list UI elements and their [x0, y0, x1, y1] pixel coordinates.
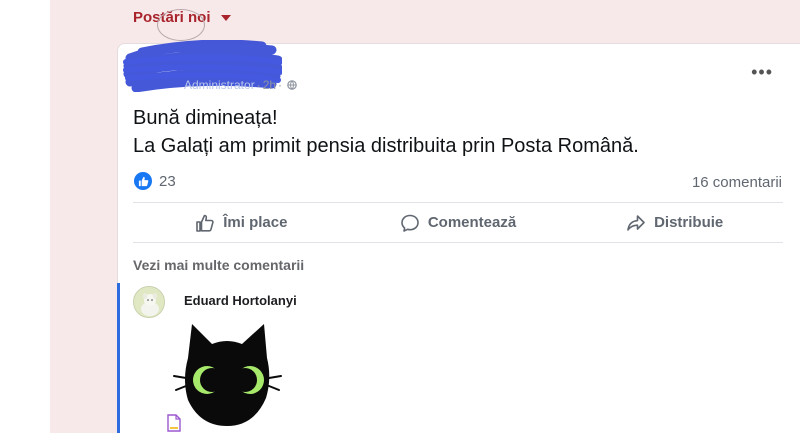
more-options-icon[interactable]: •••	[751, 63, 773, 81]
comment-button[interactable]: Comentează	[350, 213, 567, 233]
thumbs-up-icon	[196, 214, 214, 232]
commenter-avatar[interactable]	[133, 286, 165, 318]
file-icon[interactable]	[167, 414, 181, 432]
share-button[interactable]: Distribuie	[566, 213, 783, 233]
reactions-summary[interactable]: 23	[134, 172, 176, 190]
comment-label: Comentează	[427, 214, 517, 231]
post-actions: Îmi place Comentează Distribuie	[133, 203, 783, 242]
caret-down-icon	[220, 15, 231, 21]
reactions-count: 23	[159, 172, 176, 190]
commenter-name[interactable]: Eduard Hortolanyi	[184, 293, 297, 308]
like-label: Îmi place	[223, 214, 288, 231]
post-body: Bună dimineața! La Galați am primit pens…	[133, 104, 639, 160]
like-button[interactable]: Îmi place	[133, 213, 350, 233]
comment-thread-line	[117, 283, 120, 433]
globe-icon	[287, 80, 297, 90]
like-reaction-icon	[134, 172, 152, 190]
author-role: Administrator	[184, 78, 255, 92]
divider-bottom	[133, 242, 783, 243]
share-label: Distribuie	[654, 214, 724, 231]
post-text-line-2: La Galați am primit pensia distribuita p…	[133, 135, 639, 157]
share-icon	[627, 214, 645, 231]
view-more-comments-link[interactable]: Vezi mai multe comentarii	[133, 257, 304, 273]
comments-count[interactable]: 16 comentarii	[692, 174, 782, 191]
annotation-circle	[157, 9, 205, 41]
comment-icon	[401, 214, 419, 232]
post-meta: Administrator · 2h ·	[184, 78, 297, 92]
black-cat-sticker[interactable]	[170, 318, 285, 433]
post-text-line-1: Bună dimineața!	[133, 107, 278, 129]
post-time[interactable]: 2h	[263, 78, 276, 92]
